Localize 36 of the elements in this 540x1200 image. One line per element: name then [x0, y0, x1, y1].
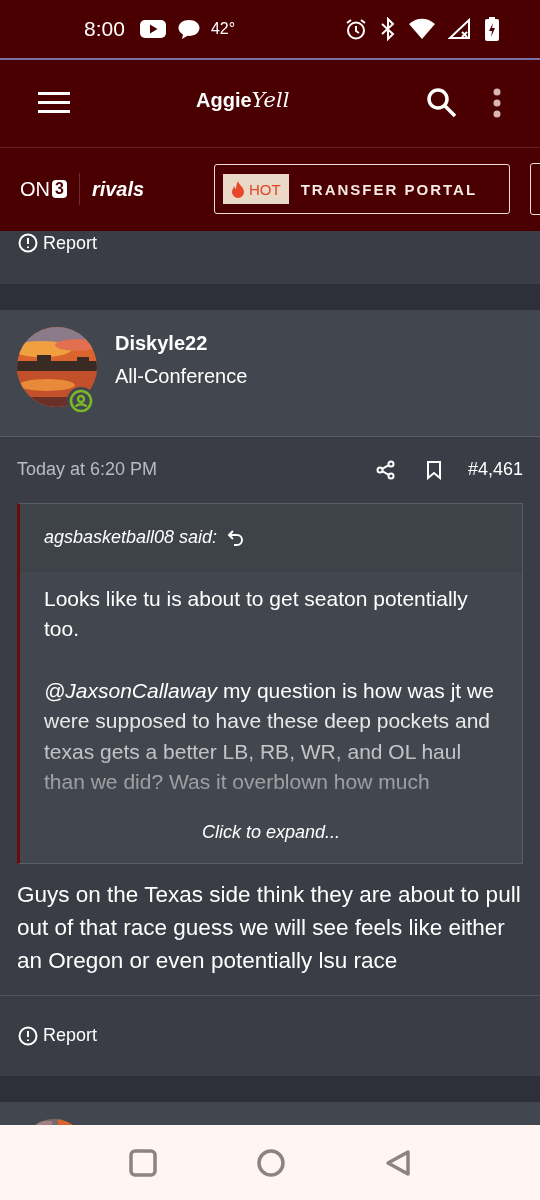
battery-charging-icon — [484, 15, 500, 42]
quote-paragraph: @JaxsonCallaway my question is how was jt we were supposed to have these deep pockets and texas gets a better LB, RB, WR, and OL haul than we did? Was it overblown how much — [44, 677, 495, 796]
no-signal-icon — [448, 16, 472, 41]
post-text: Guys on the Texas side think they are about to pull out of that race guess we will see feels like either an Oregon or even potentially lsu race — [17, 880, 522, 975]
search-icon[interactable] — [426, 87, 458, 120]
site-logo[interactable]: AggieYell — [196, 88, 290, 112]
alert-icon — [18, 233, 38, 254]
share-icon[interactable] — [375, 459, 396, 480]
transfer-portal-button[interactable]: HOT TRANSFER PORTAL — [214, 164, 510, 215]
bookmark-icon[interactable] — [425, 459, 442, 480]
bluetooth-icon — [380, 16, 396, 41]
jump-back-icon[interactable] — [227, 528, 246, 547]
wifi-icon — [408, 17, 436, 40]
username-link[interactable]: Diskyle22 — [115, 331, 248, 355]
temperature: 42° — [210, 19, 236, 38]
quote-author[interactable]: agsbasketball08 said: — [44, 527, 218, 549]
alarm-icon — [344, 16, 368, 41]
recents-icon[interactable] — [129, 1148, 157, 1177]
user-rank: All-Conference — [115, 364, 248, 388]
back-icon[interactable] — [385, 1148, 411, 1177]
alert-icon — [18, 1025, 38, 1046]
flame-icon — [231, 180, 245, 199]
menu-icon[interactable] — [38, 92, 70, 115]
report-link[interactable]: Report — [18, 232, 98, 254]
chat-bubble-icon — [176, 17, 201, 40]
post-date[interactable]: Today at 6:20 PM — [17, 459, 158, 481]
clock-time: 8:00 — [84, 16, 125, 41]
brand-logo[interactable]: ON 3 rivals — [20, 173, 172, 206]
play-icon — [138, 18, 167, 39]
quote-paragraph: Looks like tu is about to get seaton potentially too. — [44, 585, 469, 643]
more-icon[interactable] — [492, 88, 502, 119]
expand-link[interactable]: Click to expand... — [201, 809, 341, 863]
post-number-link[interactable]: #4,461 — [467, 459, 523, 481]
report-link[interactable]: Report — [18, 1025, 98, 1047]
home-icon[interactable] — [257, 1148, 285, 1177]
hot-label: HOT — [249, 180, 281, 198]
